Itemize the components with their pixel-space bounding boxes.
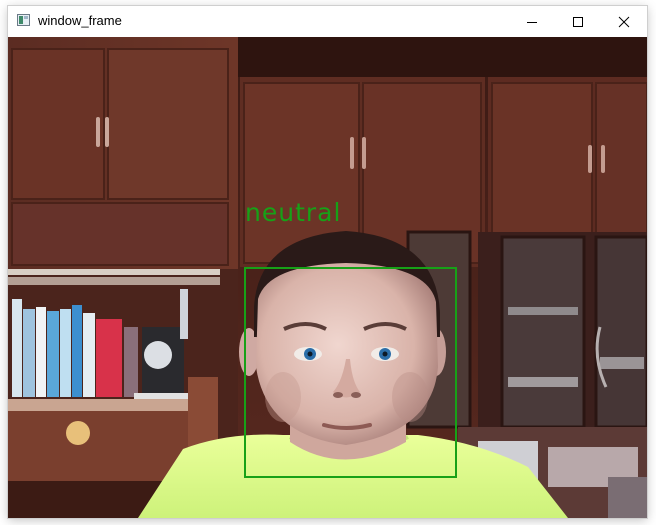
window-title: window_frame <box>38 13 122 28</box>
minimize-button[interactable] <box>509 6 555 37</box>
video-frame: neutral <box>8 37 647 518</box>
minimize-icon <box>527 21 537 23</box>
emotion-label: neutral <box>245 198 342 227</box>
title-bar[interactable]: window_frame <box>8 6 647 37</box>
face-bounding-box <box>244 267 457 478</box>
close-button[interactable] <box>601 6 647 37</box>
maximize-button[interactable] <box>555 6 601 37</box>
maximize-icon <box>573 16 583 27</box>
app-icon <box>17 14 30 26</box>
close-icon <box>618 16 630 27</box>
opencv-window: window_frame neutral <box>8 6 647 518</box>
